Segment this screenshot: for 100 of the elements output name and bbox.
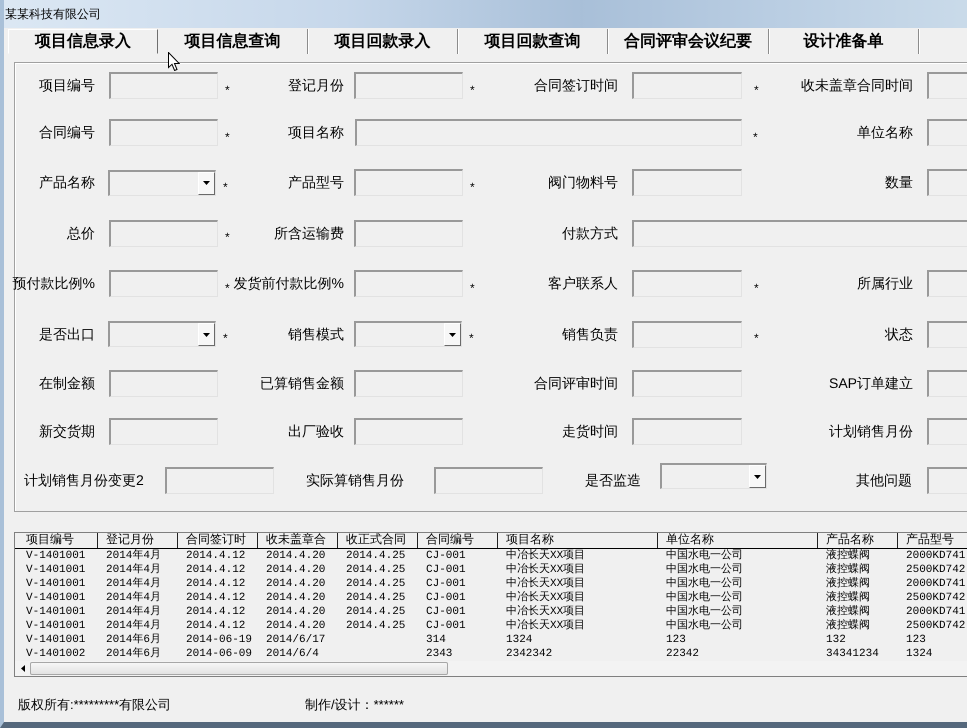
- field-label: 合同签订时间: [534, 77, 618, 94]
- copyright-text: 版权所有:*********有限公司: [18, 697, 172, 713]
- dropdown-field[interactable]: [108, 321, 216, 347]
- table-cell-text: 2014.4.12: [185, 549, 246, 563]
- dropdown-field[interactable]: [354, 321, 462, 347]
- field-label: 所属行业: [857, 275, 913, 292]
- table-cell-text: 2343: [425, 647, 454, 661]
- column-header[interactable]: 合同编号: [418, 533, 498, 548]
- text-field[interactable]: [434, 466, 543, 494]
- text-field[interactable]: [109, 418, 218, 445]
- dropdown-button[interactable]: [749, 465, 766, 488]
- scrollbar-thumb[interactable]: [30, 662, 448, 675]
- table-cell-text: 2500KD742: [905, 619, 966, 633]
- column-header[interactable]: 项目编号: [15, 533, 98, 548]
- table-cell-text: 2014年4月: [105, 591, 162, 605]
- tab[interactable]: 项目信息录入: [8, 29, 158, 54]
- table-cell-text: 中国水电一公司: [665, 605, 744, 619]
- text-field[interactable]: [109, 270, 218, 297]
- tab[interactable]: 项目回款查询: [458, 29, 608, 54]
- table-cell-text: 2014年4月: [105, 577, 162, 591]
- table-cell-text: 2014.4.20: [265, 549, 326, 563]
- table-cell-text: 液控蝶阀: [825, 577, 871, 590]
- required-mark: *: [469, 332, 474, 344]
- table-cell-text: 2014.4.25: [345, 563, 406, 577]
- field-label: 销售模式: [288, 326, 344, 342]
- caret-icon: [449, 332, 456, 336]
- required-mark: *: [754, 84, 759, 96]
- field-label: 所含运输费: [274, 224, 344, 242]
- table-cell-text: 2500KD742: [905, 591, 966, 605]
- table-cell-text: 2014/6/4: [265, 647, 320, 661]
- table-cell-text: 中冶长天XX项目: [505, 605, 586, 619]
- required-mark: *: [225, 231, 230, 243]
- text-field[interactable]: [355, 119, 742, 146]
- text-field[interactable]: [632, 418, 742, 445]
- required-mark: *: [223, 332, 228, 344]
- field-label: 项目编号: [39, 77, 95, 94]
- table-cell-text: 中冶长天XX项目: [505, 577, 586, 591]
- text-field[interactable]: [354, 418, 463, 445]
- text-field[interactable]: [165, 466, 274, 494]
- text-field[interactable]: [109, 72, 218, 99]
- table-cell-text: 中国水电一公司: [665, 577, 744, 591]
- field-label: 状态: [885, 326, 913, 342]
- column-header[interactable]: 收正式合同: [338, 533, 418, 548]
- field-label: 出厂验收: [288, 423, 344, 440]
- column-header[interactable]: 登记月份: [98, 533, 178, 548]
- table-cell-text: 中冶长天XX项目: [505, 549, 586, 563]
- text-field[interactable]: [632, 370, 742, 396]
- text-field[interactable]: [354, 72, 463, 99]
- column-header[interactable]: 单位名称: [658, 533, 818, 548]
- table-cell-text: 2014.4.12: [185, 563, 246, 577]
- text-field[interactable]: [354, 169, 463, 196]
- text-field[interactable]: [632, 220, 967, 246]
- field-label: 发货前付款比例%: [234, 275, 344, 292]
- text-field[interactable]: [109, 370, 218, 396]
- tab[interactable]: 设计准备单: [769, 29, 919, 54]
- table-cell-text: 123: [665, 633, 687, 647]
- dropdown-button[interactable]: [198, 172, 215, 194]
- field-label: 客户联系人: [548, 275, 618, 292]
- tab[interactable]: 合同评审会议纪要: [608, 29, 769, 54]
- dropdown-field[interactable]: [660, 463, 767, 489]
- required-mark: *: [225, 130, 230, 142]
- field-label: 付款方式: [562, 224, 618, 242]
- dropdown-field[interactable]: [108, 170, 216, 196]
- table-cell-text: CJ-001: [425, 619, 467, 633]
- table-cell-text: 2014年6月: [105, 633, 162, 647]
- table-cell-text: 2014.4.25: [345, 605, 406, 619]
- text-field[interactable]: [632, 169, 742, 196]
- text-field[interactable]: [109, 119, 218, 146]
- text-field[interactable]: [632, 320, 742, 348]
- field-label: 走货时间: [562, 423, 618, 440]
- table-cell-text: 中国水电一公司: [665, 619, 744, 633]
- table-cell-text: 2014年4月: [105, 619, 162, 633]
- field-label: 预付款比例%: [12, 275, 95, 292]
- table-cell-text: CJ-001: [425, 563, 467, 577]
- column-header[interactable]: 项目名称: [498, 533, 658, 548]
- column-header[interactable]: 合同签订时: [178, 533, 258, 548]
- text-field[interactable]: [632, 72, 742, 99]
- table-cell-text: 2014.4.12: [185, 591, 246, 605]
- text-field[interactable]: [354, 270, 463, 297]
- table-cell-text: 2014.4.25: [345, 619, 406, 633]
- table-cell-text: CJ-001: [425, 605, 467, 619]
- table-cell-text: 2014.4.12: [185, 577, 246, 591]
- dropdown-button[interactable]: [444, 323, 461, 346]
- text-field[interactable]: [109, 220, 218, 246]
- table-cell-text: CJ-001: [425, 549, 467, 563]
- column-header[interactable]: 产品型号: [898, 533, 967, 548]
- table-cell-text: 中冶长天XX项目: [505, 563, 586, 577]
- table-cell-text: V-1401001: [25, 633, 86, 647]
- field-label: 阀门物料号: [548, 174, 618, 191]
- table-cell-text: 2014.4.25: [345, 549, 406, 563]
- dropdown-button[interactable]: [198, 323, 215, 346]
- tab[interactable]: 项目回款录入: [308, 29, 458, 54]
- table-cell-text: 2014.4.12: [185, 605, 246, 619]
- text-field[interactable]: [354, 370, 463, 396]
- text-field[interactable]: [632, 270, 742, 297]
- field-label: 计划销售月份变更2: [24, 472, 144, 488]
- text-field[interactable]: [354, 220, 463, 246]
- table-cell-text: 2014/6/17: [265, 633, 326, 647]
- column-header[interactable]: 收未盖章合: [258, 533, 338, 548]
- column-header[interactable]: 产品名称: [818, 533, 898, 548]
